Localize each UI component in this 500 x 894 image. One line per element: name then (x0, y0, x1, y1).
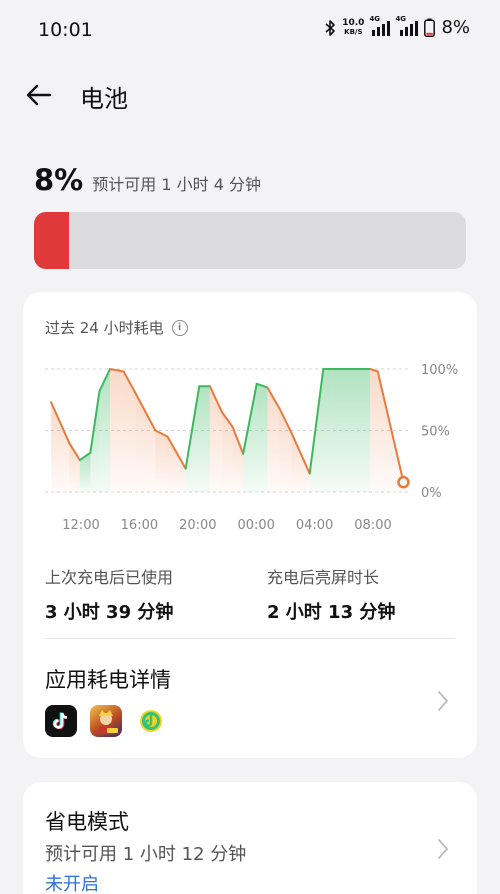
app-icon-list (45, 705, 167, 737)
status-time: 10:01 (38, 19, 93, 41)
charging-area (332, 369, 371, 492)
power-saver-title: 省电模式 (45, 810, 129, 834)
battery-icon (424, 18, 436, 37)
discharge-area (51, 402, 70, 492)
chart-title-text: 过去 24 小时耗电 (45, 319, 164, 337)
net-speed-unit: KB/S (344, 27, 363, 36)
charging-area (323, 369, 333, 492)
status-icons: 10.0 KB/S 4G 4G 8% (324, 15, 470, 38)
app-header: 电池 (0, 75, 500, 115)
discharge-area (135, 393, 156, 492)
current-level-point (397, 475, 410, 489)
net-speed-value: 10.0 (342, 17, 365, 28)
x-tick-label: 16:00 (121, 518, 158, 533)
battery-level-bar (34, 212, 466, 269)
discharge-area (370, 369, 378, 492)
x-tick-label: 04:00 (296, 518, 333, 533)
stat-value: 3 小时 39 分钟 (45, 602, 174, 623)
battery-percent: 8% (34, 163, 84, 197)
battery-usage-card: 过去 24 小时耗电 i 100% 50% 0% 12:00 16:00 20:00 00:… (23, 292, 477, 758)
x-tick-label: 00:00 (237, 518, 274, 533)
signal-1: 4G (369, 15, 391, 37)
net-speed: 10.0 KB/S (342, 17, 365, 37)
charging-area (256, 383, 268, 492)
stat-label: 充电后亮屏时长 (267, 568, 380, 587)
power-saver-estimate: 预计可用 1 小时 12 分钟 (45, 844, 247, 865)
battery-estimate: 预计可用 1 小时 4 分钟 (92, 175, 261, 194)
stat-screen-time: 充电后亮屏时长 2 小时 13 分钟 (267, 564, 395, 624)
divider (45, 638, 455, 639)
discharge-area (155, 430, 168, 492)
stat-label: 上次充电后已使用 (45, 568, 174, 587)
discharge-area (291, 432, 310, 492)
x-tick-label: 20:00 (179, 518, 216, 533)
battery-level-fill (34, 212, 69, 269)
y-tick-label: 0% (421, 486, 442, 501)
battery-usage-chart: 100% 50% 0% 12:00 16:00 20:00 00:00 04:00 08:00 (45, 363, 458, 533)
arrow-left-icon (26, 84, 52, 106)
stat-since-charge: 上次充电后已使用 3 小时 39 分钟 (45, 564, 173, 624)
battery-summary: 8% 预计可用 1 小时 4 分钟 (34, 163, 261, 197)
x-tick-label: 08:00 (354, 518, 391, 533)
chevron-right-icon[interactable] (437, 838, 449, 860)
honor-of-kings-icon[interactable] (90, 705, 122, 737)
back-button[interactable] (24, 81, 56, 109)
stat-value: 2 小时 13 分钟 (267, 602, 396, 623)
chart-title: 过去 24 小时耗电 i (45, 317, 188, 338)
discharge-area (209, 386, 222, 492)
app-usage-detail-title[interactable]: 应用耗电详情 (45, 664, 171, 694)
chevron-right-icon[interactable] (437, 690, 449, 712)
status-battery-text: 8% (441, 17, 470, 38)
y-tick-label: 100% (421, 363, 458, 378)
info-icon[interactable]: i (171, 319, 188, 336)
bluetooth-icon (325, 19, 336, 36)
discharge-area (267, 387, 280, 492)
signal-2-label: 4G (395, 14, 407, 23)
tiktok-icon[interactable] (45, 705, 77, 737)
qq-music-icon[interactable] (135, 705, 167, 737)
signal-2: 4G (395, 15, 419, 37)
power-saver-status: 未开启 (45, 874, 99, 894)
page-title: 电池 (80, 85, 128, 113)
discharge-area (110, 369, 124, 492)
status-bar: 10:01 10.0 KB/S 4G 4G 8% (0, 0, 500, 60)
power-saver-card[interactable]: 省电模式 预计可用 1 小时 12 分钟 未开启 (23, 782, 477, 894)
y-tick-label: 50% (421, 425, 450, 440)
x-tick-label: 12:00 (62, 518, 99, 533)
discharge-area (232, 426, 244, 492)
charging-area (199, 386, 210, 492)
signal-1-label: 4G (369, 14, 381, 23)
charging-area (243, 383, 257, 492)
